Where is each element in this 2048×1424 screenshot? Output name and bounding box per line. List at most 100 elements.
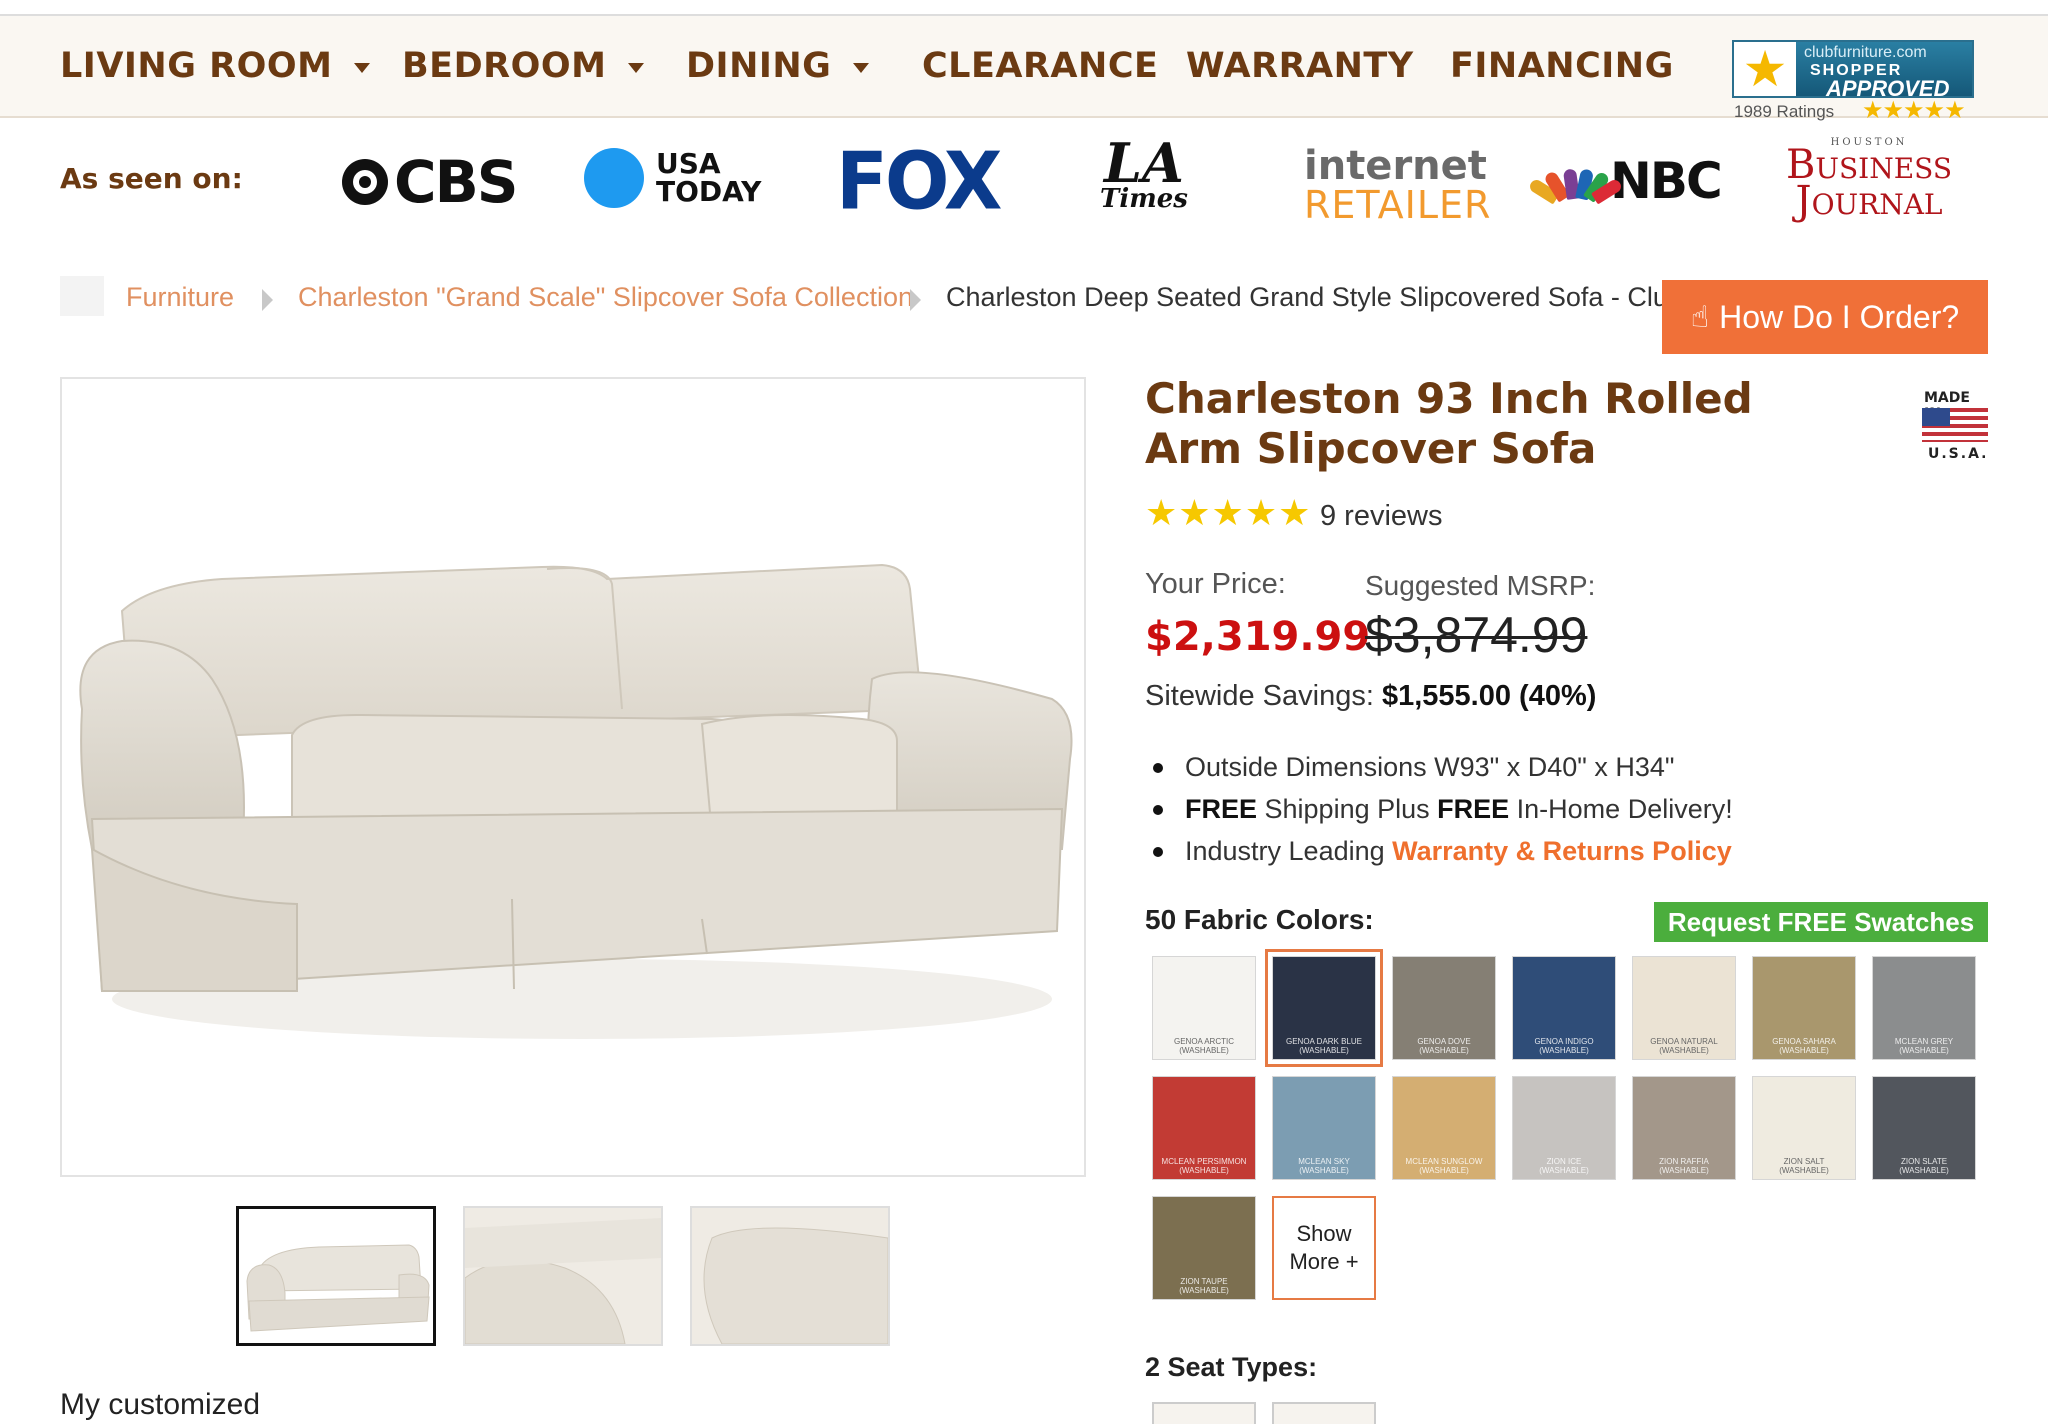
swatch-name: MCLEAN GREY <box>1894 1037 1954 1046</box>
fabric-swatch[interactable]: MCLEAN SUNGLOW (WASHABLE) <box>1392 1076 1496 1180</box>
thumbnail-sofa-full <box>246 1244 430 1332</box>
thumbnail-3[interactable] <box>690 1206 890 1346</box>
fabric-swatch[interactable]: MCLEAN SKY (WASHABLE) <box>1272 1076 1376 1180</box>
nav-clearance-label: CLEARANCE <box>922 46 1159 86</box>
chevron-right-icon <box>262 289 273 311</box>
fabric-swatch-label: GENOA ARCTIC (WASHABLE) <box>1153 1037 1255 1055</box>
nav-living-room-label: LIVING ROOM <box>60 46 333 86</box>
shopper-approved-badge[interactable]: ★ clubfurniture.com SHOPPER APPROVED 198… <box>1732 40 1974 128</box>
fabric-swatch[interactable]: GENOA SAHARA (WASHABLE) <box>1752 956 1856 1060</box>
sofa-illustration <box>79 563 1073 1039</box>
internet-retailer-line1: internet <box>1304 143 1487 189</box>
feature-warranty: Industry Leading Warranty & Returns Poli… <box>1145 834 2005 876</box>
breadcrumb-current: Charleston Deep Seated Grand Style Slipc… <box>946 282 1662 312</box>
swatch-subtitle: (WASHABLE) <box>1539 1166 1589 1175</box>
fabric-swatch-label: MCLEAN GREY (WASHABLE) <box>1873 1037 1975 1055</box>
nav-bedroom-label: BEDROOM <box>402 46 607 86</box>
swatch-name: MCLEAN PERSIMMON <box>1161 1157 1247 1166</box>
msrp-label: Suggested MSRP: <box>1365 570 1596 601</box>
nav-dining[interactable]: DINING <box>686 16 870 116</box>
swatch-name: GENOA DOVE <box>1417 1037 1471 1046</box>
swatch-name: GENOA ARCTIC <box>1173 1037 1234 1046</box>
product-main-image[interactable] <box>60 377 1086 1177</box>
as-seen-on-label: As seen on: <box>60 162 243 195</box>
reviews-link[interactable]: 9 reviews <box>1320 500 1443 533</box>
fabric-swatch-label: MCLEAN SKY (WASHABLE) <box>1273 1157 1375 1175</box>
request-swatches-button[interactable]: Request FREE Swatches <box>1654 902 1988 942</box>
fabric-swatch[interactable]: ZION SALT (WASHABLE) <box>1752 1076 1856 1180</box>
nav-warranty-label: WARRANTY <box>1186 46 1414 86</box>
swatch-name: ZION RAFFIA <box>1659 1157 1709 1166</box>
fabric-swatch-label: MCLEAN SUNGLOW (WASHABLE) <box>1393 1157 1495 1175</box>
fabric-swatch-label: GENOA NATURAL (WASHABLE) <box>1633 1037 1735 1055</box>
nav-financing[interactable]: FINANCING <box>1450 16 1674 116</box>
shopper-stars: ★★★★★ <box>1862 97 1966 124</box>
thumbnail-1[interactable] <box>236 1206 436 1346</box>
cbs-logo-text: CBS <box>394 148 519 216</box>
fabric-swatch[interactable]: ZION RAFFIA (WASHABLE) <box>1632 1076 1736 1180</box>
sitewide-savings: Sitewide Savings: $1,555.00 (40%) <box>1145 680 1596 713</box>
nav-clearance[interactable]: CLEARANCE <box>922 16 1158 116</box>
nav-living-room[interactable]: LIVING ROOM <box>60 16 371 116</box>
fabric-swatch[interactable]: GENOA NATURAL (WASHABLE) <box>1632 956 1736 1060</box>
savings-value: $1,555.00 (40%) <box>1381 680 1597 712</box>
la-times-line1: LA <box>1104 131 1184 195</box>
swatch-subtitle: (WASHABLE) <box>1419 1046 1469 1055</box>
swatch-subtitle: (WASHABLE) <box>1779 1046 1829 1055</box>
warranty-returns-link[interactable]: Warranty & Returns Policy <box>1392 836 1732 866</box>
product-price: $2,319.99 <box>1145 614 1371 660</box>
swatch-name: ZION ICE <box>1546 1157 1582 1166</box>
internet-retailer-logo: internet RETAILER <box>1304 146 1491 224</box>
home-icon[interactable] <box>60 276 104 316</box>
hand-pointer-icon: ☝ <box>1690 300 1710 334</box>
nav-financing-label: FINANCING <box>1450 46 1674 86</box>
fabric-swatch[interactable]: GENOA ARCTIC (WASHABLE) <box>1152 956 1256 1060</box>
fabric-swatch[interactable]: ZION TAUPE (WASHABLE) <box>1152 1196 1256 1300</box>
fabric-swatch[interactable]: MCLEAN PERSIMMON (WASHABLE) <box>1152 1076 1256 1180</box>
swatch-subtitle: (WASHABLE) <box>1299 1046 1349 1055</box>
fabric-swatch[interactable]: ZION SLATE (WASHABLE) <box>1872 1076 1976 1180</box>
swatch-name: GENOA NATURAL <box>1650 1037 1718 1046</box>
made-in-usa-badge: MADE IN U.S.A. <box>1920 384 1990 464</box>
thumbnail-arm-detail <box>465 1208 661 1344</box>
swatch-subtitle: (WASHABLE) <box>1779 1166 1829 1175</box>
main-nav: LIVING ROOM BEDROOM DINING CLEARANCE WAR… <box>0 16 2048 124</box>
swatch-subtitle: (WASHABLE) <box>1899 1166 1949 1175</box>
seat-type-option-1[interactable] <box>1152 1402 1256 1424</box>
fabric-swatch[interactable]: GENOA DARK BLUE (WASHABLE) <box>1265 949 1383 1067</box>
fabric-swatch[interactable]: GENOA DOVE (WASHABLE) <box>1392 956 1496 1060</box>
swatch-subtitle: (WASHABLE) <box>1659 1166 1709 1175</box>
nav-bedroom[interactable]: BEDROOM <box>402 16 645 116</box>
seat-type-option-2[interactable] <box>1272 1402 1376 1424</box>
how-do-i-order-label: How Do I Order? <box>1719 298 1960 335</box>
delivery-text: In-Home Delivery! <box>1509 794 1733 824</box>
thumbnail-2[interactable] <box>463 1206 663 1346</box>
fabric-swatch-label: ZION RAFFIA (WASHABLE) <box>1633 1157 1735 1175</box>
swatch-name: GENOA DARK BLUE <box>1285 1037 1363 1046</box>
usa-today-line2: TODAY <box>656 175 762 208</box>
free-label-2: FREE <box>1437 794 1510 824</box>
show-more-swatches-button[interactable]: Show More + <box>1272 1196 1376 1300</box>
shipping-text: Shipping Plus <box>1257 794 1438 824</box>
swatch-subtitle: (WASHABLE) <box>1419 1166 1469 1175</box>
fabric-swatch-label: GENOA DOVE (WASHABLE) <box>1393 1037 1495 1055</box>
fabric-swatch[interactable]: MCLEAN GREY (WASHABLE) <box>1872 956 1976 1060</box>
swatch-name: ZION SALT <box>1783 1157 1825 1166</box>
my-customized-label: My customized <box>60 1388 261 1421</box>
fabric-swatch[interactable]: ZION ICE (WASHABLE) <box>1512 1076 1616 1180</box>
nbc-logo: NBC <box>1527 152 1723 210</box>
top-border <box>0 0 2048 16</box>
usa-label: U.S.A. <box>1928 446 1989 462</box>
fabric-swatch-label: ZION SLATE (WASHABLE) <box>1873 1157 1975 1175</box>
free-label-1: FREE <box>1185 794 1258 824</box>
rating-stars[interactable]: ★★★★★ <box>1145 492 1311 534</box>
industry-text: Industry Leading <box>1185 836 1393 866</box>
breadcrumb-furniture[interactable]: Furniture <box>126 282 234 313</box>
fabric-swatch-label: MCLEAN PERSIMMON (WASHABLE) <box>1153 1157 1255 1175</box>
feature-shipping: FREE Shipping Plus FREE In-Home Delivery… <box>1145 792 2005 834</box>
breadcrumb-collection[interactable]: Charleston "Grand Scale" Slipcover Sofa … <box>298 282 913 313</box>
nav-warranty[interactable]: WARRANTY <box>1186 16 1414 116</box>
fabric-swatch[interactable]: GENOA INDIGO (WASHABLE) <box>1512 956 1616 1060</box>
how-do-i-order-button[interactable]: ☝ How Do I Order? <box>1662 280 1988 354</box>
fabric-swatch-label: GENOA DARK BLUE (WASHABLE) <box>1273 1037 1375 1055</box>
